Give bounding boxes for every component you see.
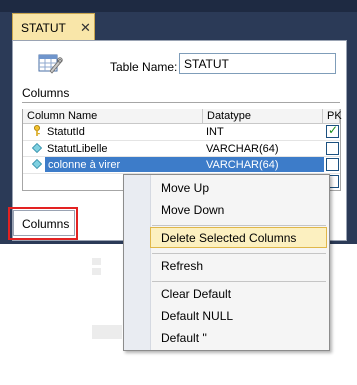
table-edit-icon [38,54,63,74]
column-header-datatype[interactable]: Datatype [203,109,323,124]
faded-content [92,325,122,339]
menu-item-move-up[interactable]: Move Up [161,181,209,195]
menu-item-default-null[interactable]: Default NULL [161,309,233,323]
title-strip [0,0,357,12]
menu-separator [152,253,326,254]
pk-checkbox[interactable] [326,142,339,155]
close-icon[interactable]: ✕ [80,20,91,36]
column-header-name[interactable]: Column Name [23,109,203,124]
menu-item-move-down[interactable]: Move Down [161,203,224,217]
menu-item-delete-selected-columns[interactable]: Delete Selected Columns [161,231,296,245]
menu-item-refresh[interactable]: Refresh [161,259,203,273]
annotation-highlight-box [8,207,78,240]
primary-key-icon [34,125,40,136]
pk-checkbox[interactable] [326,158,339,171]
table-name-label: Table Name: [110,60,178,74]
faded-content [92,268,101,275]
menu-item-clear-default[interactable]: Clear Default [161,287,231,301]
columns-section-title: Columns [22,86,70,100]
document-tab[interactable]: STATUT ✕ [12,13,95,41]
checkmark-icon: ✓ [328,123,339,137]
faded-content [92,258,101,265]
context-menu [123,174,330,351]
menu-item-default-empty[interactable]: Default '' [161,331,207,345]
row-datatype[interactable]: VARCHAR(64) [206,157,279,173]
row-column-name[interactable]: colonne à virer [48,157,120,173]
pk-checkbox[interactable]: ✓ [326,123,339,138]
column-header-pk[interactable]: PK [323,109,342,124]
tab-indexes[interactable]: Indexes [80,216,122,230]
context-menu-icon-gutter [124,175,151,350]
menu-separator [152,281,326,282]
menu-separator [152,225,326,226]
row-datatype[interactable]: VARCHAR(64) [206,141,279,157]
section-divider [22,102,340,103]
row-column-name[interactable]: StatutLibelle [47,141,108,157]
column-icon [32,159,42,169]
column-icon [32,143,42,153]
document-tab-title: STATUT [21,21,66,35]
row-column-name[interactable]: StatutId [47,124,85,140]
row-datatype[interactable]: INT [206,124,224,140]
table-name-input[interactable] [179,53,336,74]
